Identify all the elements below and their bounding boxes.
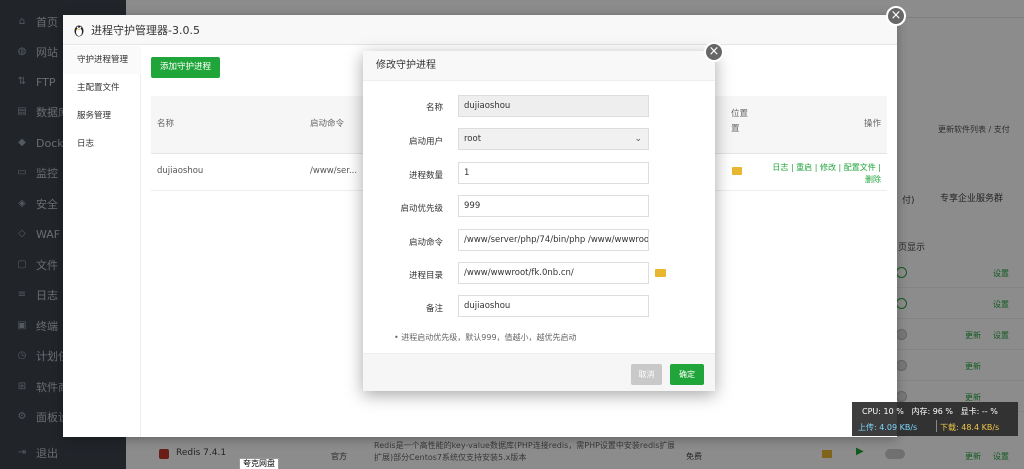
count-field[interactable]: 1: [458, 162, 649, 184]
name-label: 名称: [425, 103, 443, 113]
priority-field[interactable]: 999: [458, 195, 649, 217]
cpu-usage: CPU: 10 % 内存: 96 % 显卡: -- %: [862, 406, 998, 417]
command-field[interactable]: /www/server/php/74/bin/php /www/wwwroot: [458, 229, 649, 251]
linux-icon: [74, 25, 84, 36]
folder-icon[interactable]: [655, 269, 666, 277]
user-select[interactable]: root ⌄: [458, 128, 649, 150]
nav-logs[interactable]: 日志: [63, 130, 141, 158]
user-label: 启动用户: [408, 137, 443, 147]
folder-icon[interactable]: [732, 167, 742, 175]
nav-main-config[interactable]: 主配置文件: [63, 74, 141, 102]
dir-field[interactable]: /www/wwwroot/fk.0nb.cn/: [458, 262, 649, 284]
count-label: 进程数量: [408, 171, 443, 181]
cancel-button[interactable]: 取消: [631, 364, 662, 385]
row-actions[interactable]: 日志 | 重启 | 修改 | 配置文件 | 删除: [772, 162, 881, 186]
download-speed: 下载: 48.4 KB/s: [940, 423, 1000, 432]
dir-label: 进程目录: [408, 271, 443, 281]
window-title: 进程守护管理器-3.0.5: [91, 23, 200, 37]
col-command[interactable]: 启动命令: [310, 117, 344, 129]
col-location-2: 置: [731, 124, 740, 134]
chevron-down-icon: ⌄: [634, 134, 642, 144]
divider: [936, 420, 937, 432]
remark-field[interactable]: dujiaoshou: [458, 295, 649, 317]
confirm-button[interactable]: 确定: [670, 364, 704, 385]
col-actions: 操作: [864, 119, 882, 129]
process-manager-nav: 守护进程管理 主配置文件 服务管理 日志: [63, 46, 141, 437]
nav-service-manage[interactable]: 服务管理: [63, 102, 141, 130]
name-field[interactable]: dujiaoshou: [458, 95, 649, 117]
daemon-name: dujiaoshou: [157, 166, 204, 176]
remark-label: 备注: [425, 304, 443, 314]
col-name[interactable]: 名称: [157, 117, 174, 129]
command-label: 启动命令: [408, 238, 443, 248]
close-modal-button[interactable]: ×: [704, 42, 724, 62]
user-select-value: root: [464, 134, 482, 144]
upload-speed: 上传: 4.09 KB/s: [858, 423, 918, 432]
priority-tip-text: 进程启动优先级，默认999，值越小，越优先启动: [401, 333, 577, 342]
quark-tooltip: 夸克网盘: [239, 458, 279, 469]
priority-tip: • 进程启动优先级，默认999，值越小，越优先启动: [394, 333, 577, 342]
daemon-command: /www/ser...: [310, 166, 358, 176]
cpu-value: CPU: 10 %: [862, 407, 904, 416]
mem-value: 内存: 96 %: [911, 407, 954, 416]
gpu-value: 显卡: -- %: [960, 407, 998, 416]
close-window-button[interactable]: ×: [886, 6, 906, 26]
modal-title: 修改守护进程: [363, 51, 715, 81]
modal-footer: 取消 确定: [363, 353, 715, 391]
priority-label: 启动优先级: [400, 204, 443, 214]
edit-daemon-modal: 修改守护进程 名称 dujiaoshou 启动用户 root ⌄ 进程数量 1 …: [363, 51, 715, 391]
col-location[interactable]: 位置: [731, 107, 748, 119]
row-actions-line1[interactable]: 日志 | 重启 | 修改 | 配置文件 |: [772, 162, 881, 174]
nav-daemon-manage[interactable]: 守护进程管理: [63, 46, 141, 74]
system-status-widget: CPU: 10 % 内存: 96 % 显卡: -- % 上传: 4.09 KB/…: [852, 402, 1018, 436]
delete-link[interactable]: 删除: [772, 174, 881, 186]
window-title-bar: 进程守护管理器-3.0.5: [63, 15, 897, 45]
add-daemon-button[interactable]: 添加守护进程: [151, 57, 221, 78]
